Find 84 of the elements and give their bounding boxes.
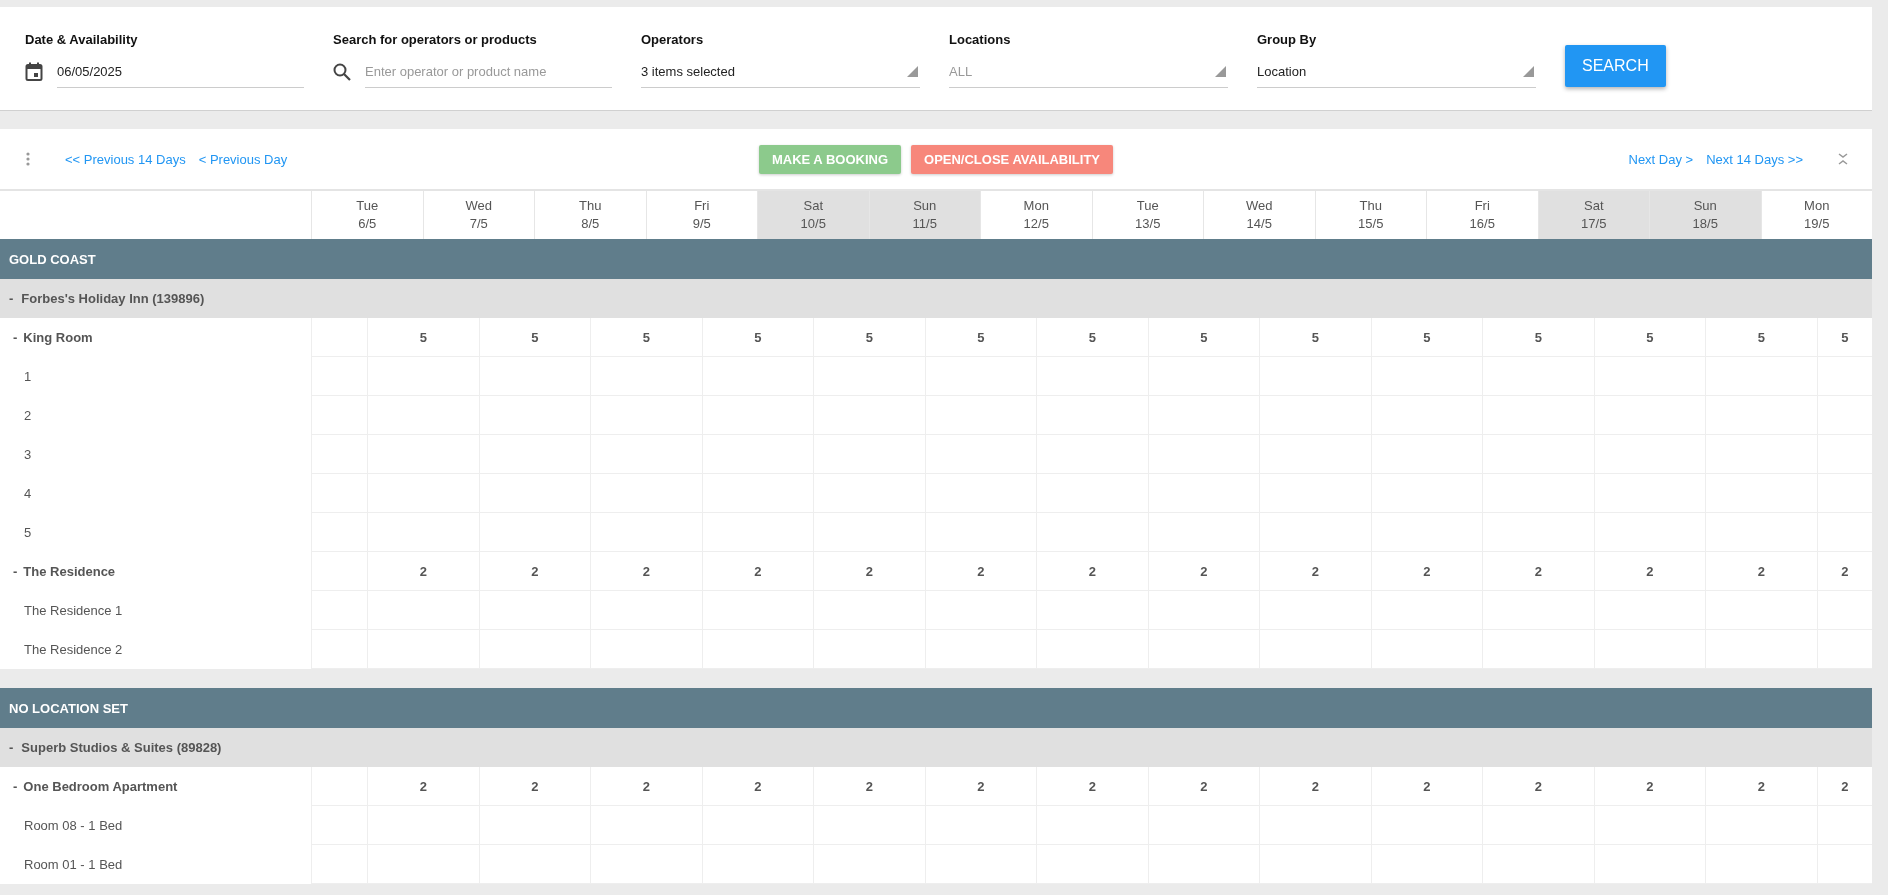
operator-name: Superb Studios & Suites (89828) [21, 740, 222, 755]
availability-cell[interactable]: 2 [590, 767, 702, 806]
availability-cell[interactable]: 5 [1816, 318, 1872, 357]
availability-cell[interactable]: 2 [1816, 552, 1872, 591]
availability-cell[interactable]: 5 [1593, 318, 1705, 357]
dropdown-arrow-icon[interactable] [1523, 65, 1534, 77]
select-field[interactable]: 3 items selected [641, 55, 920, 88]
availability-cell[interactable]: 2 [1593, 552, 1705, 591]
availability-cell[interactable]: 2 [1482, 767, 1594, 806]
field-label: Date & Availability [25, 32, 139, 49]
availability-cell[interactable]: 5 [590, 318, 702, 357]
dropdown-arrow-icon[interactable] [1215, 65, 1226, 77]
grid-cell[interactable] [311, 318, 367, 357]
availability-cell[interactable]: 2 [1370, 552, 1482, 591]
availability-cell[interactable]: 2 [1259, 767, 1371, 806]
room-name: Room 01 - 1 Bed [23, 856, 124, 874]
collapse-icon[interactable] [1838, 153, 1848, 165]
field-label: Search for operators or products [333, 32, 538, 49]
availability-cell[interactable]: 2 [1705, 767, 1817, 806]
select-field[interactable]: Location [1257, 55, 1536, 88]
availability-cell[interactable]: 2 [367, 767, 479, 806]
availability-cell[interactable]: 2 [478, 767, 590, 806]
availability-cell[interactable]: 5 [478, 318, 590, 357]
field-label: Group By [1257, 32, 1318, 49]
availability-cell[interactable]: 5 [1259, 318, 1371, 357]
availability-cell[interactable]: 5 [701, 318, 813, 357]
search-icon[interactable] [333, 62, 351, 81]
operator-name: Forbes's Holiday Inn (139896) [21, 291, 205, 306]
product-name: One Bedroom Apartment [23, 779, 178, 794]
availability-cell[interactable]: 2 [701, 767, 813, 806]
room-name: 3 [23, 446, 33, 464]
field-label: Operators [641, 32, 705, 49]
availability-cell[interactable]: 2 [813, 552, 925, 591]
availability-cell[interactable]: 2 [1816, 767, 1872, 806]
room-name: Room 08 - 1 Bed [23, 817, 124, 835]
availability-cell[interactable]: 2 [701, 552, 813, 591]
collapse-toggle[interactable]: - [9, 740, 14, 755]
availability-cell[interactable]: 2 [1147, 767, 1259, 806]
date-field[interactable]: 06/05/2025 [57, 55, 304, 88]
availability-cell[interactable]: 2 [1147, 552, 1259, 591]
availability-cell[interactable]: 2 [1593, 767, 1705, 806]
availability-cell[interactable]: 5 [1036, 318, 1148, 357]
location-header: GOLD COAST [0, 239, 1872, 279]
availability-cell[interactable]: 2 [1705, 552, 1817, 591]
product-name: King Room [23, 330, 93, 345]
availability-cell[interactable]: 5 [1482, 318, 1594, 357]
availability-cell[interactable]: 2 [1482, 552, 1594, 591]
day-header: Sun 18/5 [1649, 191, 1761, 239]
availability-cell[interactable]: 2 [367, 552, 479, 591]
availability-cell[interactable]: 2 [590, 552, 702, 591]
availability-cell[interactable]: 2 [924, 552, 1036, 591]
availability-cell[interactable]: 2 [1036, 767, 1148, 806]
room-name: 1 [23, 368, 33, 386]
availability-cell[interactable]: 5 [1705, 318, 1817, 357]
room-name: 2 [23, 407, 33, 425]
collapse-toggle[interactable]: - [13, 330, 18, 345]
availability-cell[interactable]: 2 [924, 767, 1036, 806]
availability-cell[interactable]: 5 [367, 318, 479, 357]
room-name: The Residence 2 [23, 641, 124, 659]
room-name: 5 [23, 524, 33, 542]
calendar-icon[interactable] [25, 61, 43, 82]
availability-cell[interactable]: 5 [1370, 318, 1482, 357]
field-label: Locations [949, 32, 1012, 49]
location-header: NO LOCATION SET [0, 688, 1872, 728]
dropdown-arrow-icon[interactable] [907, 65, 918, 77]
collapse-toggle[interactable]: - [9, 291, 14, 306]
more-icon[interactable] [26, 152, 30, 166]
grid-cell[interactable] [311, 767, 367, 806]
availability-cell[interactable]: 2 [1036, 552, 1148, 591]
availability-cell[interactable]: 5 [813, 318, 925, 357]
day-header: Sun 11/5 [868, 191, 980, 239]
day-header: Sat 10/5 [757, 191, 869, 239]
room-name: The Residence 1 [23, 602, 124, 620]
availability-cell[interactable]: 2 [813, 767, 925, 806]
availability-cell[interactable]: 2 [1259, 552, 1371, 591]
availability-cell[interactable]: 2 [478, 552, 590, 591]
availability-cell[interactable]: 2 [1370, 767, 1482, 806]
room-name: 4 [23, 485, 33, 503]
availability-cell[interactable]: 5 [1147, 318, 1259, 357]
day-header: Sat 17/5 [1537, 191, 1649, 239]
availability-cell[interactable]: 5 [924, 318, 1036, 357]
collapse-toggle[interactable]: - [13, 779, 18, 794]
product-name: The Residence [23, 564, 116, 579]
collapse-toggle[interactable]: - [13, 564, 18, 579]
